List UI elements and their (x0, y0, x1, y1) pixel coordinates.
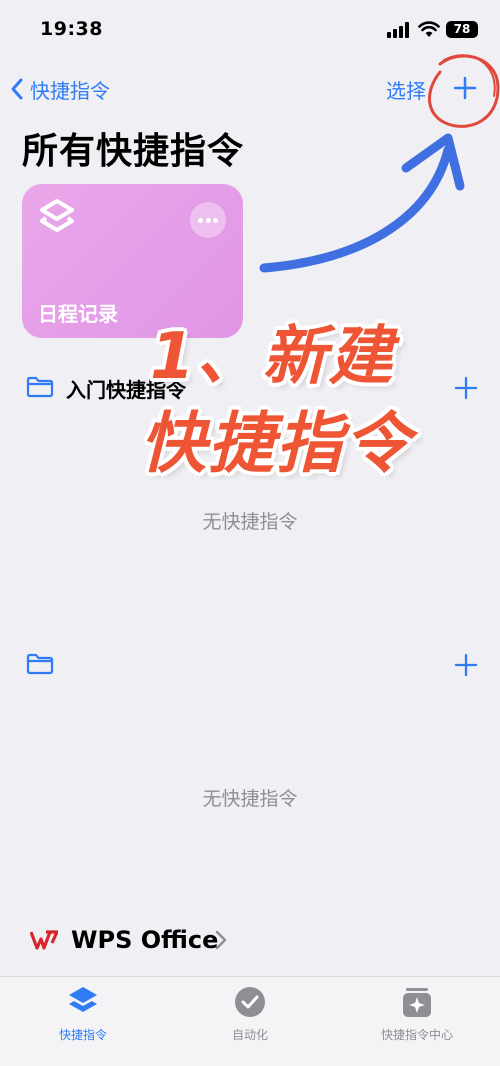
arrow-stroke (259, 145, 453, 273)
annotation-strokes (259, 54, 500, 273)
annotation-step-text: 快捷指令 (140, 405, 412, 482)
highlight-circle (443, 54, 496, 97)
annotation-step-text: 1、新建 (150, 320, 395, 394)
